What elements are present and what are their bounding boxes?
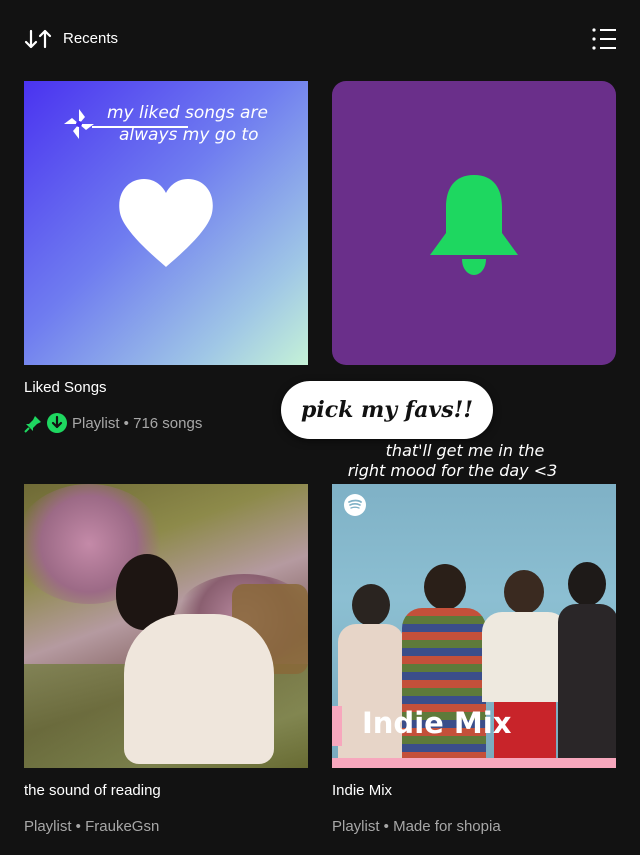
sort-label[interactable]: Recents [63, 30, 118, 47]
heart-icon [119, 179, 213, 267]
cover-bottom-stripe [332, 758, 616, 768]
liked-songs-meta: Playlist • 716 songs [72, 415, 203, 432]
pin-icon [24, 416, 41, 433]
sound-of-reading-cover[interactable] [24, 484, 308, 768]
band-member-4 [558, 562, 616, 768]
reading-title[interactable]: the sound of reading [24, 782, 161, 799]
downloaded-icon [47, 413, 67, 433]
sort-arrows-icon[interactable] [24, 28, 52, 50]
caption-line1: that'll get me in the [385, 441, 545, 460]
list-view-icon[interactable] [590, 26, 618, 52]
overlay-text-line1: my liked songs are [107, 103, 268, 123]
band-member-1 [338, 584, 404, 768]
reader-dress [124, 614, 274, 764]
indie-mix-meta: Playlist • Made for shopia [332, 818, 501, 835]
liked-songs-title[interactable]: Liked Songs [24, 379, 107, 396]
library-header: Recents [0, 0, 640, 78]
sticker-text: pick my favs!! [301, 397, 473, 423]
cover-label: Indie Mix [362, 706, 512, 740]
indie-mix-cover[interactable]: Indie Mix [332, 484, 616, 768]
pick-my-favs-sticker: pick my favs!! [281, 381, 493, 439]
indie-mix-title[interactable]: Indie Mix [332, 782, 392, 799]
caption-line2: right mood for the day <3 [347, 461, 558, 480]
overlay-text-line2: always my go to [119, 125, 259, 145]
notifications-cover[interactable] [332, 81, 616, 365]
cover-label-accent [332, 706, 342, 746]
pinwheel-icon [64, 109, 94, 139]
spotify-logo-icon [344, 494, 366, 516]
bell-icon [430, 175, 518, 275]
reading-meta: Playlist • FraukeGsn [24, 818, 160, 835]
liked-songs-cover[interactable]: my liked songs are always my go to [24, 81, 308, 365]
